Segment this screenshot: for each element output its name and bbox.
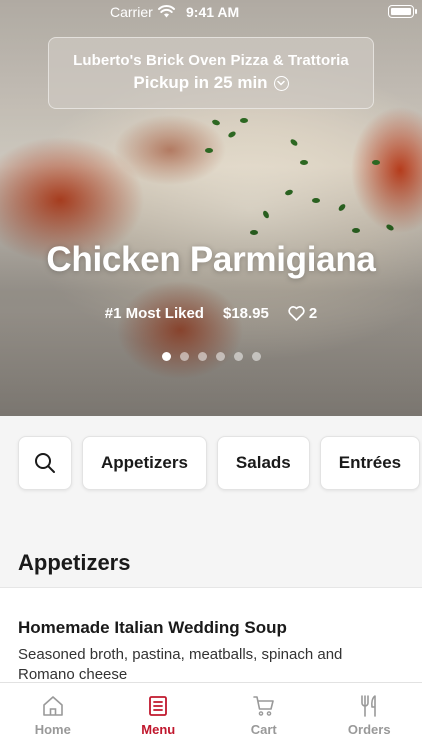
- battery-icon: [388, 5, 417, 18]
- carousel-dot[interactable]: [233, 352, 243, 361]
- menu-icon: [149, 696, 168, 716]
- featured-item-hero[interactable]: Carrier 9:41 AM Luberto's Brick Oven Piz…: [0, 0, 422, 416]
- carousel-dot[interactable]: [251, 352, 261, 361]
- section-header: Appetizers: [0, 532, 422, 588]
- tab-menu[interactable]: Menu: [106, 683, 212, 750]
- search-button[interactable]: [18, 436, 72, 490]
- tab-home-label: Home: [34, 722, 71, 737]
- search-icon: [35, 453, 55, 473]
- tab-orders[interactable]: Orders: [317, 683, 422, 750]
- carousel-dot[interactable]: [215, 352, 225, 361]
- carousel-dot[interactable]: [197, 352, 207, 361]
- heart-icon: [288, 306, 305, 321]
- tab-cart-label: Cart: [250, 722, 277, 737]
- fork-knife-icon: [361, 695, 377, 717]
- category-chip-appetizers[interactable]: Appetizers: [82, 436, 207, 490]
- tab-orders-label: Orders: [347, 722, 391, 737]
- tab-bar: Home Menu Cart Orders: [0, 682, 422, 750]
- section-title: Appetizers: [18, 550, 131, 575]
- featured-item-meta: #1 Most Liked $18.95 2: [0, 305, 422, 322]
- featured-item-price: $18.95: [222, 305, 269, 322]
- like-count[interactable]: 2: [288, 305, 317, 322]
- carousel-page-indicator[interactable]: [0, 352, 422, 361]
- category-chip-entrees[interactable]: Entrées: [319, 436, 421, 490]
- pickup-time-label: Pickup in 25 min: [133, 73, 268, 92]
- carrier-label: Carrier: [110, 4, 153, 20]
- restaurant-pickup-selector[interactable]: Luberto's Brick Oven Pizza & Trattoria P…: [48, 37, 374, 109]
- pickup-time: Pickup in 25 min: [49, 73, 373, 93]
- carousel-dot[interactable]: [179, 352, 189, 361]
- home-icon: [42, 696, 63, 716]
- menu-item-description: Seasoned broth, pastina, meatballs, spin…: [18, 646, 343, 683]
- tab-cart[interactable]: Cart: [211, 683, 317, 750]
- category-chip-salads[interactable]: Salads: [216, 436, 310, 490]
- most-liked-badge: #1 Most Liked: [104, 305, 204, 322]
- cart-icon: [252, 696, 274, 716]
- carousel-dot[interactable]: [161, 352, 171, 361]
- menu-item[interactable]: Homemade Italian Wedding Soup Seasoned b…: [0, 588, 422, 688]
- wifi-icon: [158, 5, 175, 18]
- like-count-value: 2: [308, 305, 318, 322]
- tab-home[interactable]: Home: [0, 683, 106, 750]
- featured-item-title: Chicken Parmigiana: [46, 240, 376, 279]
- category-bar: Appetizers Salads Entrées: [18, 436, 421, 490]
- menu-item-name: Homemade Italian Wedding Soup: [18, 618, 287, 637]
- status-bar: Carrier 9:41 AM: [0, 0, 422, 24]
- status-time: 9:41 AM: [186, 4, 240, 20]
- restaurant-name: Luberto's Brick Oven Pizza & Trattoria: [73, 52, 349, 69]
- tab-menu-label: Menu: [141, 722, 176, 737]
- chevron-down-icon: [273, 75, 289, 91]
